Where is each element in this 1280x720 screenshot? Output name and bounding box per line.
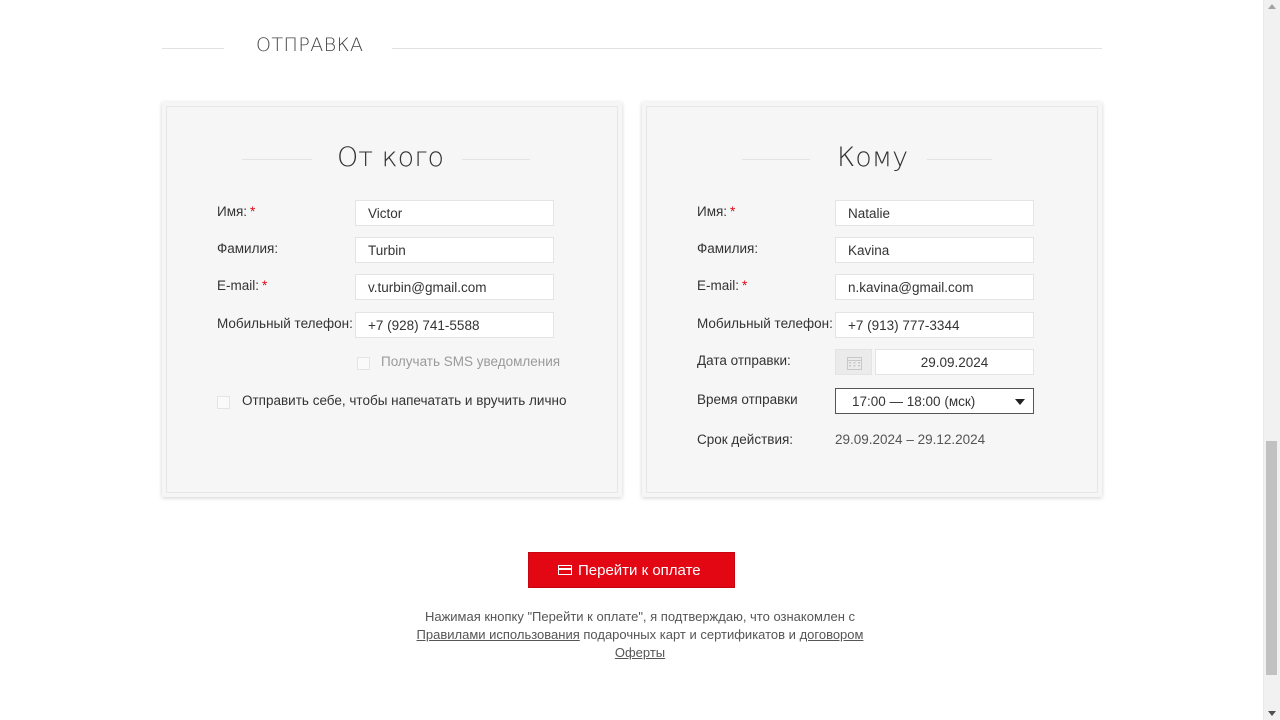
sms-notify-checkbox[interactable]	[357, 357, 370, 370]
section-header: ОТПРАВКА	[162, 32, 1102, 64]
recipient-card-title: Кому	[642, 142, 1102, 176]
sender-surname-label: Фамилия:	[217, 241, 279, 256]
sms-notify-label: Получать SMS уведомления	[381, 354, 561, 369]
sender-card-title: От кого	[162, 142, 622, 176]
divider-left	[162, 48, 224, 49]
validity-label: Срок действия:	[697, 432, 794, 447]
terms-disclaimer: Нажимая кнопку "Перейти к оплате", я под…	[405, 608, 875, 662]
pay-button[interactable]: Перейти к оплате	[528, 552, 735, 588]
sender-email-label: E-mail: *	[217, 278, 268, 293]
sender-phone-row: Мобильный телефон: +7 (928) 741-5588	[217, 312, 557, 338]
self-send-checkbox[interactable]	[217, 396, 230, 409]
send-date-row: Дата отправки: 29.09.2024	[697, 349, 1037, 375]
recipient-name-label: Имя: *	[697, 204, 736, 219]
required-mark: *	[730, 204, 736, 219]
calendar-icon[interactable]	[835, 349, 872, 375]
sender-name-input[interactable]: Victor	[355, 200, 554, 226]
send-time-select[interactable]: 17:00 — 18:00 (мск)	[835, 388, 1034, 414]
title-divider-right	[462, 159, 530, 160]
pay-button-label: Перейти к оплате	[578, 562, 701, 579]
scrollbar-thumb[interactable]	[1266, 441, 1277, 675]
send-time-value: 17:00 — 18:00 (мск)	[852, 394, 976, 409]
required-mark: *	[250, 204, 256, 219]
validity-row: Срок действия: 29.09.2024 – 29.12.2024	[697, 428, 1037, 454]
disclaimer-text: Нажимая кнопку "Перейти к оплате", я под…	[424, 609, 856, 624]
title-divider-right	[927, 159, 992, 160]
sender-surname-input[interactable]: Turbin	[355, 237, 554, 263]
validity-value: 29.09.2024 – 29.12.2024	[835, 432, 986, 447]
sender-phone-label: Мобильный телефон:	[217, 316, 353, 331]
sender-email-input[interactable]: v.turbin@gmail.com	[355, 274, 554, 300]
recipient-phone-label: Мобильный телефон:	[697, 316, 833, 331]
sender-card: От кого Имя: * Victor Фамилия: Turbin E-m…	[162, 102, 622, 497]
send-date-input[interactable]: 29.09.2024	[875, 349, 1034, 375]
sender-surname-row: Фамилия: Turbin	[217, 237, 557, 263]
sender-title: От кого	[337, 142, 444, 173]
recipient-name-input[interactable]: Natalie	[835, 200, 1034, 226]
send-time-label: Время отправки	[697, 392, 798, 407]
recipient-title: Кому	[837, 142, 909, 173]
recipient-phone-row: Мобильный телефон: +7 (913) 777-3344	[697, 312, 1037, 338]
recipient-surname-row: Фамилия: Kavina	[697, 237, 1037, 263]
section-title: ОТПРАВКА	[256, 34, 364, 56]
recipient-card: Кому Имя: * Natalie Фамилия: Kavina E-mai…	[642, 102, 1102, 497]
recipient-name-row: Имя: * Natalie	[697, 200, 1037, 226]
recipient-email-row: E-mail: * n.kavina@gmail.com	[697, 274, 1037, 300]
send-date-label: Дата отправки:	[697, 353, 791, 368]
send-date-picker: 29.09.2024	[835, 349, 1034, 375]
send-time-row: Время отправки 17:00 — 18:00 (мск)	[697, 388, 1037, 414]
title-divider-left	[242, 159, 312, 160]
title-divider-left	[742, 159, 810, 160]
sender-email-row: E-mail: * v.turbin@gmail.com	[217, 274, 557, 300]
rules-link[interactable]: Правилами использования	[417, 627, 580, 642]
self-send-label: Отправить себе, чтобы напечатать и вручи…	[242, 393, 567, 408]
disclaimer-middle-text: подарочных карт и сертификатов и	[583, 627, 796, 642]
recipient-email-label: E-mail: *	[697, 278, 748, 293]
recipient-surname-label: Фамилия:	[697, 241, 759, 256]
page-scrollbar[interactable]	[1263, 0, 1280, 720]
required-mark: *	[742, 278, 748, 293]
recipient-phone-input[interactable]: +7 (913) 777-3344	[835, 312, 1034, 338]
recipient-email-input[interactable]: n.kavina@gmail.com	[835, 274, 1034, 300]
scroll-down-icon[interactable]	[1268, 711, 1276, 716]
sender-phone-input[interactable]: +7 (928) 741-5588	[355, 312, 554, 338]
card-icon	[558, 565, 572, 575]
sender-name-row: Имя: * Victor	[217, 200, 557, 226]
chevron-down-icon	[1015, 399, 1025, 405]
required-mark: *	[262, 278, 268, 293]
scroll-up-icon[interactable]	[1268, 4, 1276, 9]
recipient-surname-input[interactable]: Kavina	[835, 237, 1034, 263]
divider-right	[392, 48, 1102, 49]
sender-name-label: Имя: *	[217, 204, 256, 219]
